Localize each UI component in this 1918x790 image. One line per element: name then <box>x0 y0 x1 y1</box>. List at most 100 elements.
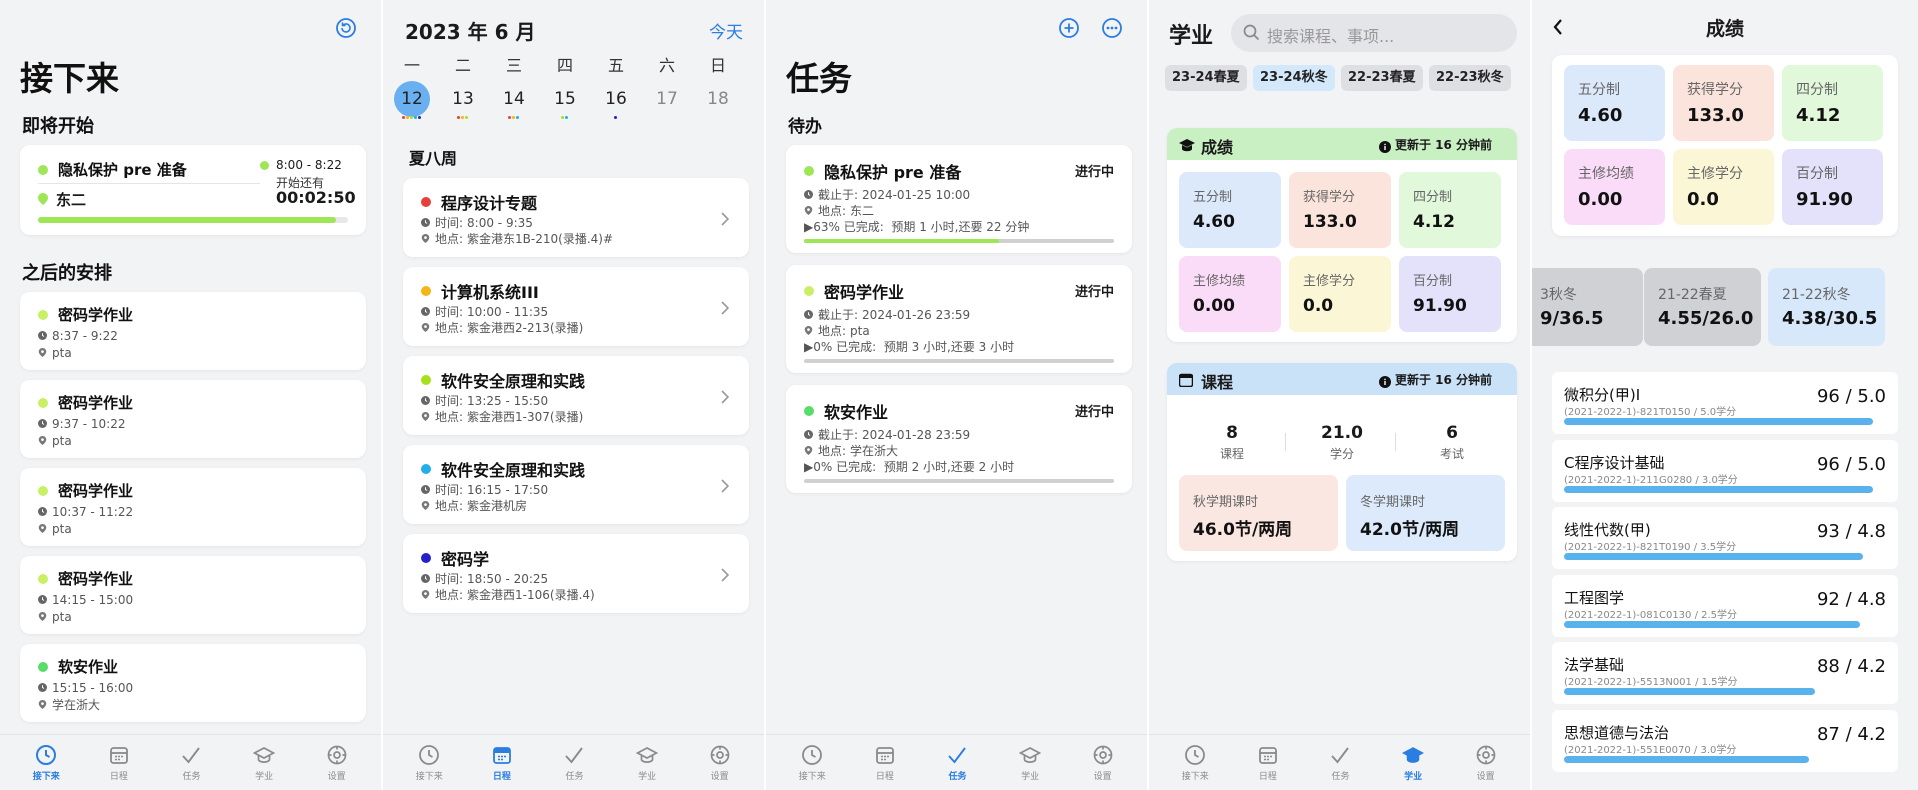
course-stat: 6 考试 <box>1417 423 1487 462</box>
check-icon <box>180 744 202 766</box>
nav-item-3[interactable]: 学业 <box>1385 744 1441 782</box>
tile-value: 91.90 <box>1796 189 1853 210</box>
event-title-row: 软件安全原理和实践 <box>421 457 585 481</box>
nav-item-2[interactable]: 任务 <box>163 744 219 782</box>
event-dot <box>410 116 413 119</box>
task-card[interactable]: 密码学作业 进行中 截止于: 2024-01-26 23:59 地点: pta ▶0% 已完… <box>786 265 1132 373</box>
place-prefix: 地点: <box>435 499 464 513</box>
task-title-row: 隐私保护 pre 准备 <box>804 159 961 183</box>
item-time-row: 10:37 - 11:22 <box>38 504 133 519</box>
nav-item-2[interactable]: 任务 <box>1312 744 1368 782</box>
day-cell[interactable]: 15 <box>547 81 583 117</box>
event-card[interactable]: 软件安全原理和实践 时间: 16:15 - 17:50 地点: 紫金港机房 <box>403 445 749 524</box>
search-placeholder: 搜索课程、事项... <box>1267 27 1395 46</box>
course-row[interactable]: 工程图学 (2021-2022-1)-081C0130 / 2.5学分 92 / 4… <box>1552 574 1898 637</box>
grades-card[interactable]: 成绩 更新于 16 分钟前 五分制 4.60 获得学分 133.0 四分制 4.12 主修均… <box>1167 128 1517 342</box>
more-icon[interactable] <box>1101 17 1123 43</box>
event-card[interactable]: 计算机系统III 时间: 10:00 - 11:35 地点: 紫金港西2-213(录播) <box>403 267 749 346</box>
tile-label: 四分制 <box>1796 82 1838 98</box>
course-row[interactable]: 线性代数(甲) (2021-2022-1)-821T0190 / 3.5学分 93 … <box>1552 507 1898 569</box>
courses-card[interactable]: 课程 更新于 16 分钟前 8 课程 21.0 学分 6 考试 秋学期课时 46.0节/两周… <box>1167 363 1517 561</box>
item-time: 14:15 - 15:00 <box>52 592 134 607</box>
event-dot <box>406 116 409 119</box>
task-deadline: 2024-01-26 23:59 <box>862 307 971 322</box>
nav-item-1[interactable]: 日程 <box>91 744 147 782</box>
term-label: 21-22秋冬 <box>1782 287 1851 303</box>
event-color-dot <box>38 164 48 175</box>
nav-item-2[interactable]: 任务 <box>546 744 602 782</box>
add-icon[interactable] <box>1058 17 1080 43</box>
search-input[interactable]: 搜索课程、事项... <box>1231 14 1517 52</box>
term-card[interactable]: 21-22秋冬 4.38/30.5 <box>1768 268 1885 346</box>
item-name: 密码学作业 <box>58 394 134 412</box>
day-cell[interactable]: 14 <box>496 81 532 117</box>
current-event-card[interactable]: 隐私保护 pre 准备 东二 8:00 - 8:22 开始还有 00:02:50 <box>20 145 366 235</box>
section-starting: 即将开始 <box>22 116 94 137</box>
event-card[interactable]: 软件安全原理和实践 时间: 13:25 - 15:50 地点: 紫金港西1-307(录播… <box>403 356 749 435</box>
course-row[interactable]: 微积分(甲)I (2021-2022-1)-821T0150 / 5.0学分 96 … <box>1552 372 1898 434</box>
day-cell[interactable]: 18 <box>700 81 736 117</box>
status-badge: 进行中 <box>1074 165 1114 180</box>
event-place-row: 地点: 紫金港西2-213(录播) <box>421 320 583 335</box>
day-cell[interactable]: 13 <box>445 81 481 117</box>
nav-item-0[interactable]: 接下来 <box>18 744 74 782</box>
task-title-row: 软安作业 <box>804 399 888 423</box>
nav-item-3[interactable]: 学业 <box>619 744 675 782</box>
page-title: 学业 <box>1169 24 1214 49</box>
day-cell[interactable]: 16 <box>598 81 634 117</box>
item-place: pta <box>52 609 72 624</box>
term-card[interactable]: 21-22春夏 4.55/26.0 <box>1644 268 1761 346</box>
schedule-item-card[interactable]: 密码学作业 10:37 - 11:22 pta <box>20 468 366 546</box>
nav-item-4[interactable]: 设置 <box>309 744 365 782</box>
bottom-nav: 接下来 日程 任务 学业 设置 <box>766 734 1149 790</box>
schedule-item-card[interactable]: 密码学作业 8:37 - 9:22 pta <box>20 292 366 370</box>
course-row[interactable]: C程序设计基础 (2021-2022-1)-211G0280 / 3.0学分 96 … <box>1552 439 1898 502</box>
nav-item-4[interactable]: 设置 <box>1458 744 1514 782</box>
task-deadline-row: 截止于: 2024-01-28 23:59 <box>804 427 970 442</box>
term-card[interactable]: 3秋冬 9/36.5 <box>1532 268 1643 346</box>
refresh-icon[interactable] <box>335 17 357 43</box>
clock-icon <box>804 310 813 319</box>
today-button[interactable]: 今天 <box>709 18 743 43</box>
nav-item-2[interactable]: 任务 <box>929 744 985 782</box>
nav-item-4[interactable]: 设置 <box>692 744 748 782</box>
day-cell[interactable]: 12 <box>394 81 430 117</box>
stat-label: 课程 <box>1219 447 1244 461</box>
nav-item-1[interactable]: 日程 <box>474 744 530 782</box>
event-card[interactable]: 密码学 时间: 18:50 - 20:25 地点: 紫金港西1-106(录播.4) <box>403 534 749 613</box>
task-title-row: 密码学作业 <box>804 279 904 303</box>
nav-label: 任务 <box>1331 771 1350 782</box>
location-pin-icon <box>421 323 430 332</box>
graduation-cap-icon <box>1402 744 1425 766</box>
nav-item-1[interactable]: 日程 <box>1240 744 1296 782</box>
term-tag[interactable]: 22-23秋冬 <box>1429 65 1511 91</box>
nav-item-0[interactable]: 接下来 <box>784 744 840 782</box>
time-prefix: 时间: <box>435 483 464 497</box>
course-row[interactable]: 思想道德与法治 (2021-2022-1)-551E0070 / 3.0学分 87 … <box>1552 709 1898 772</box>
term-tag[interactable]: 23-24秋冬 <box>1253 65 1335 91</box>
task-card[interactable]: 隐私保护 pre 准备 进行中 截止于: 2024-01-25 10:00 地点: 东二 ▶… <box>786 145 1132 253</box>
nav-item-1[interactable]: 日程 <box>857 744 913 782</box>
grades-card-header: 成绩 更新于 16 分钟前 <box>1167 128 1517 160</box>
schedule-item-card[interactable]: 软安作业 15:15 - 16:00 学在浙大 <box>20 644 366 722</box>
progress-fill <box>38 217 336 223</box>
nav-item-3[interactable]: 学业 <box>236 744 292 782</box>
hours-tile: 秋学期课时 46.0节/两周 <box>1179 475 1338 551</box>
nav-item-3[interactable]: 学业 <box>1002 744 1058 782</box>
progress-track <box>804 479 1114 483</box>
weekday-label: 日 <box>709 56 726 75</box>
schedule-item-card[interactable]: 密码学作业 9:37 - 10:22 pta <box>20 380 366 458</box>
nav-item-4[interactable]: 设置 <box>1075 744 1131 782</box>
task-card[interactable]: 软安作业 进行中 截止于: 2024-01-28 23:59 地点: 学在浙大 ▶0% 已完… <box>786 385 1132 493</box>
term-tag[interactable]: 22-23春夏 <box>1341 65 1423 91</box>
event-card[interactable]: 程序设计专题 时间: 8:00 - 9:35 地点: 紫金港东1B-210(录播.4)# <box>403 178 749 257</box>
nav-item-0[interactable]: 接下来 <box>1167 744 1223 782</box>
nav-item-0[interactable]: 接下来 <box>401 744 457 782</box>
location-pin-icon <box>38 436 47 445</box>
course-row[interactable]: 法学基础 (2021-2022-1)-5513N001 / 1.5学分 88 / 4… <box>1552 642 1898 704</box>
academics-screen: 学业 搜索课程、事项... 23-24春夏 23-24秋冬 22-23春夏 22-23… <box>1149 0 1532 790</box>
day-cell[interactable]: 17 <box>649 81 685 117</box>
schedule-item-card[interactable]: 密码学作业 14:15 - 15:00 pta <box>20 556 366 634</box>
item-title-row: 密码学作业 <box>38 568 133 589</box>
term-tag[interactable]: 23-24春夏 <box>1165 65 1247 91</box>
